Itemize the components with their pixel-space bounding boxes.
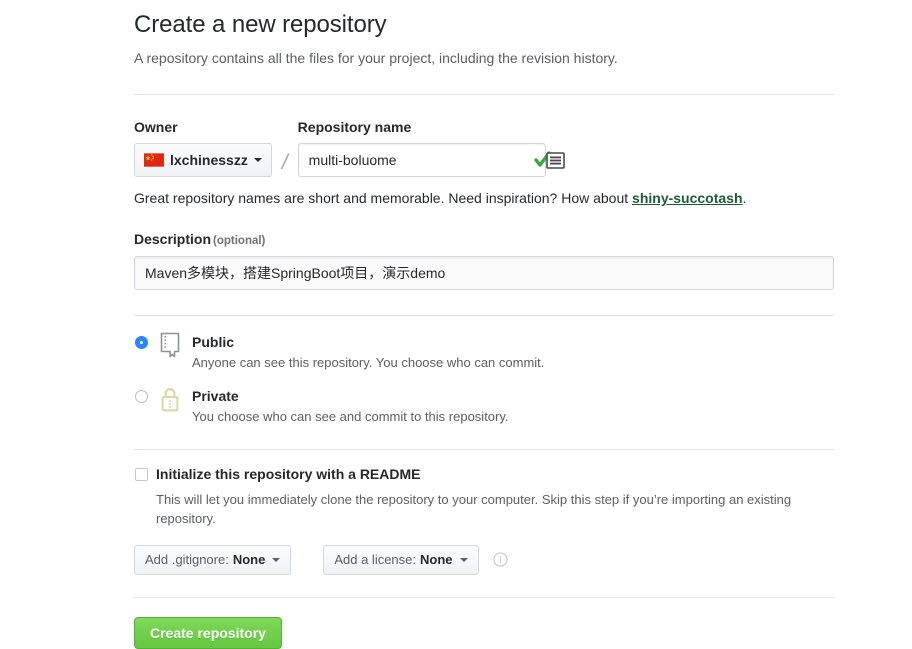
page-subtitle: A repository contains all the files for … [134, 50, 618, 66]
template-dropdown-row: Add .gitignore: None Add a license: None [134, 544, 834, 575]
initialize-readme-label: Initialize this repository with a README [156, 466, 421, 483]
visibility-public-title: Public [192, 333, 235, 350]
initialize-section: Initialize this repository with a README… [134, 450, 834, 575]
description-field-group: Description (optional) [134, 231, 834, 290]
radio-private[interactable] [135, 389, 148, 403]
owner-name-separator: / [281, 150, 288, 174]
hint-suffix: . [742, 189, 747, 206]
owner-field-group: Owner lxchinesszz [134, 119, 272, 177]
initialize-readme-description: This will let you immediately clone the … [156, 491, 792, 527]
description-input[interactable] [134, 255, 834, 290]
chevron-down-icon [459, 557, 468, 562]
lock-icon [161, 387, 179, 412]
initialize-readme-checkbox[interactable] [135, 468, 148, 482]
chevron-down-icon [253, 157, 262, 162]
radio-public[interactable] [135, 335, 148, 349]
hint-prefix: Great repository names are short and mem… [134, 189, 633, 206]
visibility-private-title: Private [192, 387, 239, 404]
gitignore-select-button[interactable]: Add .gitignore: None [134, 544, 292, 575]
visibility-private-text: Private You choose who can see and commi… [192, 386, 509, 426]
info-circle-icon[interactable] [492, 552, 508, 567]
description-label: Description (optional) [134, 231, 834, 249]
repository-name-input[interactable] [297, 142, 546, 177]
repo-book-icon [160, 332, 180, 357]
gitignore-label: Add .gitignore: [145, 552, 229, 568]
china-flag-avatar [144, 153, 164, 167]
create-repository-page: Create a new repository A repository con… [0, 0, 912, 649]
license-label: Add a license: [334, 552, 417, 568]
repository-name-label: Repository name [297, 119, 412, 135]
divider-top [134, 94, 834, 95]
page-title: Create a new repository [134, 11, 387, 38]
submit-section: Create repository [134, 598, 834, 649]
repository-name-field-group: Repository name [297, 119, 565, 177]
visibility-option-public[interactable]: Public Anyone can see this repository. Y… [134, 332, 834, 372]
visibility-options: Public Anyone can see this repository. Y… [134, 316, 834, 427]
owner-label: Owner [134, 119, 178, 135]
license-select-button[interactable]: Add a license: None [323, 544, 479, 575]
gitignore-value: None [232, 552, 266, 568]
description-optional-tag: (optional) [213, 234, 266, 247]
license-value: None [420, 552, 453, 568]
chevron-down-icon [272, 557, 281, 562]
repository-name-hint: Great repository names are short and mem… [134, 188, 834, 209]
visibility-public-description: Anyone can see this repository. You choo… [192, 354, 545, 370]
form-container: Create a new repository A repository con… [134, 0, 834, 649]
description-label-text: Description [134, 230, 212, 247]
repository-name-input-wrapper [297, 142, 565, 177]
suggested-name-link[interactable]: shiny-succotash [632, 190, 742, 206]
owner-select-button[interactable]: lxchinesszz [134, 142, 272, 177]
initialize-checkbox-row[interactable]: Initialize this repository with a README… [134, 465, 834, 528]
visibility-public-text: Public Anyone can see this repository. Y… [192, 332, 544, 372]
initialize-text-group: Initialize this repository with a README… [156, 465, 811, 528]
create-repository-button[interactable]: Create repository [134, 616, 282, 649]
visibility-private-description: You choose who can see and commit to thi… [192, 409, 509, 425]
visibility-option-private[interactable]: Private You choose who can see and commi… [134, 386, 834, 426]
owner-and-name-row: Owner lxchinesszz / Repository name mult… [134, 119, 834, 177]
owner-name-label: lxchinesszz [170, 151, 248, 168]
